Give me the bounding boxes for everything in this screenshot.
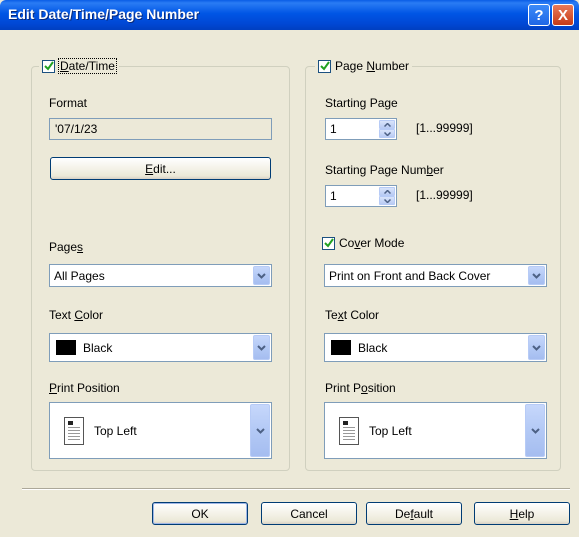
question-mark-icon: ? [534, 6, 544, 24]
print-position-label: Print Position [49, 381, 120, 395]
ok-button-label: OK [191, 506, 209, 521]
chevron-down-icon [257, 344, 266, 351]
text-color-value: Black [83, 341, 113, 355]
starting-page-number-label: Starting Page Number [325, 163, 444, 177]
print-position-select[interactable]: Top Left [49, 402, 272, 459]
cover-mode-select[interactable]: Print on Front and Back Cover [324, 264, 547, 287]
checkmark-icon [43, 61, 54, 71]
print-position-dropdown-button-right[interactable] [525, 404, 545, 457]
chevron-down-icon [383, 198, 391, 203]
format-value: '07/1/23 [55, 122, 98, 136]
spin-down-button[interactable] [379, 129, 395, 138]
chevron-down-icon [530, 427, 540, 434]
help-button-label: Help [509, 506, 535, 521]
format-label: Format [49, 96, 88, 110]
chevron-up-icon [383, 189, 391, 194]
starting-page-spinner[interactable]: 1 [325, 118, 397, 140]
page-position-icon [64, 417, 84, 445]
text-color-dropdown-button-right[interactable] [528, 335, 545, 360]
chevron-down-icon [255, 427, 265, 434]
page-position-icon [339, 417, 359, 445]
starting-page-value: 1 [330, 122, 337, 136]
chevron-up-icon [383, 122, 391, 127]
checkmark-icon [323, 238, 334, 248]
print-position-value: Top Left [94, 424, 137, 438]
format-field: '07/1/23 [49, 118, 272, 140]
date-time-check-box[interactable] [42, 59, 55, 73]
close-icon: X [557, 6, 568, 24]
date-time-label: Date/Time [58, 58, 117, 74]
dialog-window: Edit Date/Time/Page Number ? X Date/Time… [0, 0, 579, 537]
print-position-select-right[interactable]: Top Left [324, 402, 547, 459]
cover-mode-check-box[interactable] [322, 236, 335, 250]
default-button[interactable]: Default [366, 502, 462, 525]
pages-select[interactable]: All Pages [49, 264, 272, 287]
chevron-down-icon [532, 272, 541, 279]
starting-page-label: Starting Page [325, 96, 398, 110]
starting-page-range: [1...99999] [416, 121, 473, 135]
print-position-label-right: Print Position [325, 381, 396, 395]
cancel-button-label: Cancel [290, 506, 328, 521]
cover-mode-value: Print on Front and Back Cover [329, 269, 491, 283]
black-color-swatch [331, 340, 351, 355]
cancel-button[interactable]: Cancel [261, 502, 357, 525]
spin-up-button[interactable] [379, 120, 395, 129]
ok-button[interactable]: OK [152, 502, 248, 525]
page-number-label: Page Number [335, 59, 410, 73]
pages-value: All Pages [54, 269, 105, 283]
spin-up-button[interactable] [379, 187, 395, 196]
text-color-label: Text Color [49, 308, 104, 322]
window-title: Edit Date/Time/Page Number [8, 6, 200, 22]
print-position-dropdown-button[interactable] [250, 404, 270, 457]
text-color-select-right[interactable]: Black [324, 333, 547, 362]
text-color-dropdown-button[interactable] [253, 335, 270, 360]
edit-button[interactable]: Edit... [50, 157, 271, 180]
spin-down-button[interactable] [379, 196, 395, 205]
date-time-checkbox[interactable]: Date/Time [39, 58, 119, 74]
cover-mode-label: Cover Mode [339, 236, 405, 250]
chevron-down-icon [532, 344, 541, 351]
title-bar: Edit Date/Time/Page Number ? X [0, 0, 579, 30]
starting-page-number-spinner[interactable]: 1 [325, 185, 397, 207]
chevron-down-icon [257, 272, 266, 279]
close-button[interactable]: X [552, 4, 574, 26]
edit-button-label: Edit... [145, 161, 176, 176]
black-color-swatch [56, 340, 76, 355]
pages-dropdown-button[interactable] [253, 266, 270, 285]
pages-label: Pages [49, 240, 84, 254]
text-color-select[interactable]: Black [49, 333, 272, 362]
text-color-label-right: Text Color [325, 308, 380, 322]
starting-page-number-value: 1 [330, 189, 337, 203]
print-position-value-right: Top Left [369, 424, 412, 438]
cover-mode-checkbox[interactable]: Cover Mode [322, 235, 404, 251]
divider [22, 488, 570, 490]
chevron-down-icon [383, 131, 391, 136]
help-title-button[interactable]: ? [528, 4, 550, 26]
page-number-checkbox[interactable]: Page Number [315, 58, 413, 74]
page-number-check-box[interactable] [318, 59, 331, 73]
default-button-label: Default [394, 506, 434, 521]
help-button[interactable]: Help [474, 502, 570, 525]
cover-mode-dropdown-button[interactable] [528, 266, 545, 285]
checkmark-icon [319, 61, 330, 71]
text-color-value-right: Black [358, 341, 388, 355]
starting-page-number-range: [1...99999] [416, 188, 473, 202]
